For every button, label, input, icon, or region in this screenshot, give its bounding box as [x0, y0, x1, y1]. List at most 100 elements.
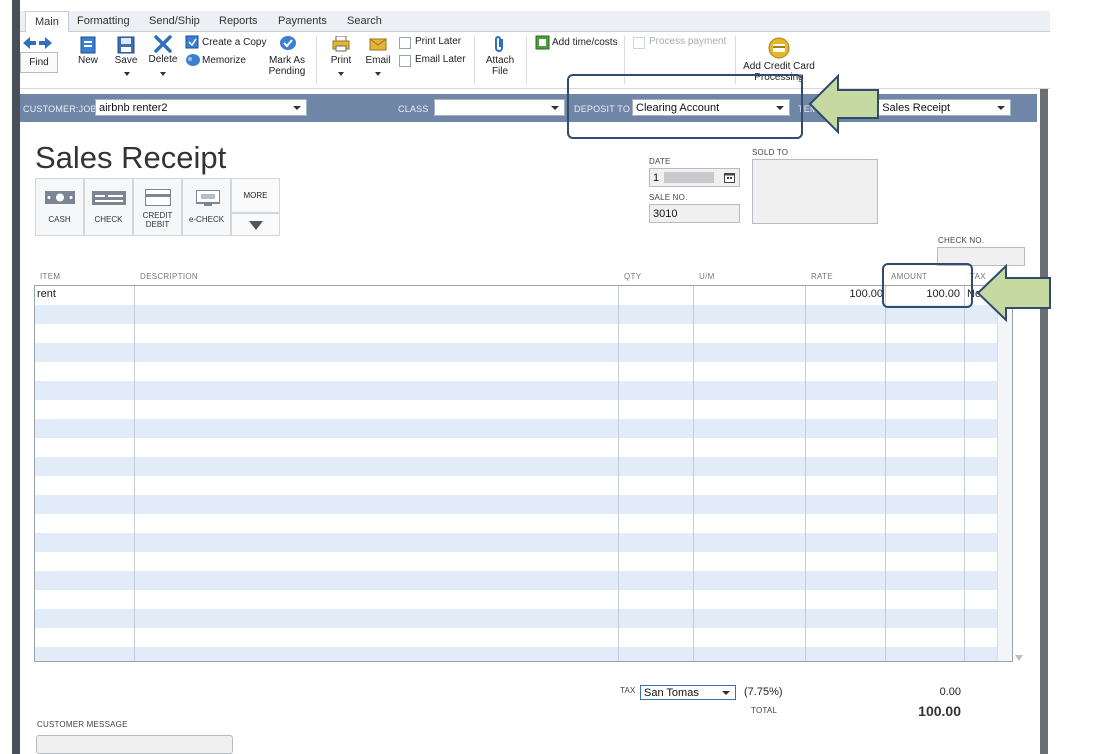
table-row[interactable]	[35, 419, 1012, 438]
email-dropdown-icon[interactable]	[375, 67, 381, 79]
table-row[interactable]	[35, 438, 1012, 457]
email-button[interactable]: Email	[362, 55, 394, 66]
toolbar-divider	[474, 36, 475, 84]
save-button[interactable]: Save	[110, 55, 142, 66]
amount-highlight-callout	[882, 263, 973, 308]
item-cell[interactable]: rent	[37, 288, 56, 300]
chevron-down-icon	[293, 106, 301, 110]
print-later-checkbox[interactable]	[399, 37, 411, 49]
attach-file-label-2[interactable]: File	[482, 66, 518, 77]
tab-main[interactable]: Main	[25, 11, 69, 32]
print-button[interactable]: Print	[325, 55, 357, 66]
process-payment-checkbox[interactable]	[633, 37, 645, 49]
customer-message-field[interactable]	[36, 735, 233, 754]
scroll-down-icon[interactable]	[1015, 652, 1023, 664]
print-dropdown-icon[interactable]	[338, 67, 344, 79]
table-row[interactable]	[35, 305, 1012, 324]
next-arrow-icon[interactable]	[39, 37, 53, 52]
table-row[interactable]	[35, 552, 1012, 571]
class-dropdown[interactable]	[434, 99, 565, 116]
date-redaction	[664, 172, 714, 183]
table-row[interactable]	[35, 628, 1012, 647]
delete-dropdown-icon[interactable]	[160, 67, 166, 79]
calendar-icon[interactable]	[724, 172, 735, 183]
column-header-rate[interactable]: RATE	[811, 272, 833, 281]
total-value: 100.00	[918, 703, 961, 719]
mark-as-pending-label-1[interactable]: Mark As	[262, 55, 312, 66]
table-row[interactable]	[35, 609, 1012, 628]
table-row[interactable]	[35, 590, 1012, 609]
printer-icon[interactable]	[332, 35, 350, 55]
tab-send-ship[interactable]: Send/Ship	[147, 11, 202, 31]
save-dropdown-icon[interactable]	[124, 67, 130, 79]
template-dropdown[interactable]: m Sales Receipt	[866, 99, 1011, 116]
check-button[interactable]: CHECK	[84, 178, 133, 236]
table-row[interactable]	[35, 647, 1012, 661]
window-right-border	[1040, 88, 1048, 754]
table-row[interactable]	[35, 362, 1012, 381]
page-title: Sales Receipt	[35, 140, 227, 175]
column-header-item[interactable]: ITEM	[40, 272, 60, 281]
customer-job-dropdown[interactable]: airbnb renter2	[95, 99, 307, 116]
chevron-down-icon	[551, 106, 559, 110]
new-document-icon[interactable]	[80, 36, 96, 57]
sale-no-field[interactable]: 3010	[649, 204, 740, 223]
class-label: CLASS	[398, 104, 429, 114]
rate-cell[interactable]: 100.00	[807, 288, 883, 300]
sale-no-label: SALE NO.	[649, 193, 688, 202]
table-row[interactable]	[35, 324, 1012, 343]
tab-reports[interactable]: Reports	[217, 11, 260, 31]
table-row[interactable]	[35, 571, 1012, 590]
tab-search[interactable]: Search	[345, 11, 384, 31]
mark-pending-icon[interactable]	[279, 35, 297, 54]
tab-payments[interactable]: Payments	[276, 11, 329, 31]
paperclip-icon[interactable]	[494, 35, 506, 56]
email-icon[interactable]	[369, 38, 387, 54]
previous-arrow-icon[interactable]	[23, 37, 37, 52]
e-check-button[interactable]: e-CHECK	[182, 178, 231, 236]
table-row[interactable]	[35, 381, 1012, 400]
table-row[interactable]	[35, 514, 1012, 533]
table-row[interactable]	[35, 533, 1012, 552]
attach-file-label-1[interactable]: Attach	[482, 55, 518, 66]
column-divider	[964, 286, 965, 661]
table-row[interactable]: rent 100.00 100.00 No	[35, 286, 1012, 305]
add-credit-card-label-1[interactable]: Add Credit Card	[738, 61, 820, 72]
column-header-qty[interactable]: QTY	[624, 272, 641, 281]
cash-button[interactable]: CASH	[35, 178, 84, 236]
date-field[interactable]: 1	[649, 168, 740, 187]
credit-card-icon[interactable]	[768, 37, 790, 62]
find-button[interactable]: Find	[20, 52, 58, 73]
table-row[interactable]	[35, 476, 1012, 495]
add-time-costs-icon[interactable]	[535, 35, 550, 53]
tab-formatting[interactable]: Formatting	[75, 11, 132, 31]
tax-label: TAX	[620, 686, 636, 695]
delete-icon[interactable]	[154, 35, 172, 56]
chevron-down-icon	[997, 106, 1005, 110]
mark-as-pending-label-2[interactable]: Pending	[262, 66, 312, 77]
more-button[interactable]: MORE	[231, 178, 280, 213]
memorize-button[interactable]: Memorize	[202, 55, 246, 66]
scrollbar[interactable]	[997, 286, 1012, 661]
credit-debit-button[interactable]: CREDIT DEBIT	[133, 178, 182, 236]
save-icon[interactable]	[117, 36, 135, 57]
add-time-costs-button[interactable]: Add time/costs	[552, 37, 618, 48]
column-header-description[interactable]: DESCRIPTION	[140, 272, 198, 281]
new-button[interactable]: New	[72, 55, 104, 66]
memorize-icon[interactable]	[185, 53, 201, 70]
column-header-um[interactable]: U/M	[699, 272, 715, 281]
credit-debit-label: CREDIT DEBIT	[134, 211, 181, 229]
table-row[interactable]	[35, 400, 1012, 419]
copy-icon[interactable]	[185, 35, 199, 52]
more-dropdown-button[interactable]	[231, 213, 280, 236]
table-row[interactable]	[35, 495, 1012, 514]
tax-dropdown[interactable]: San Tomas	[640, 685, 736, 700]
table-row[interactable]	[35, 457, 1012, 476]
sold-to-label: SOLD TO	[752, 148, 789, 157]
email-later-checkbox[interactable]	[399, 55, 411, 67]
delete-button[interactable]: Delete	[146, 54, 180, 65]
table-row[interactable]	[35, 343, 1012, 362]
sold-to-field[interactable]	[752, 159, 878, 224]
customer-job-label: CUSTOMER:JOB	[23, 104, 97, 114]
create-copy-button[interactable]: Create a Copy	[202, 37, 266, 48]
